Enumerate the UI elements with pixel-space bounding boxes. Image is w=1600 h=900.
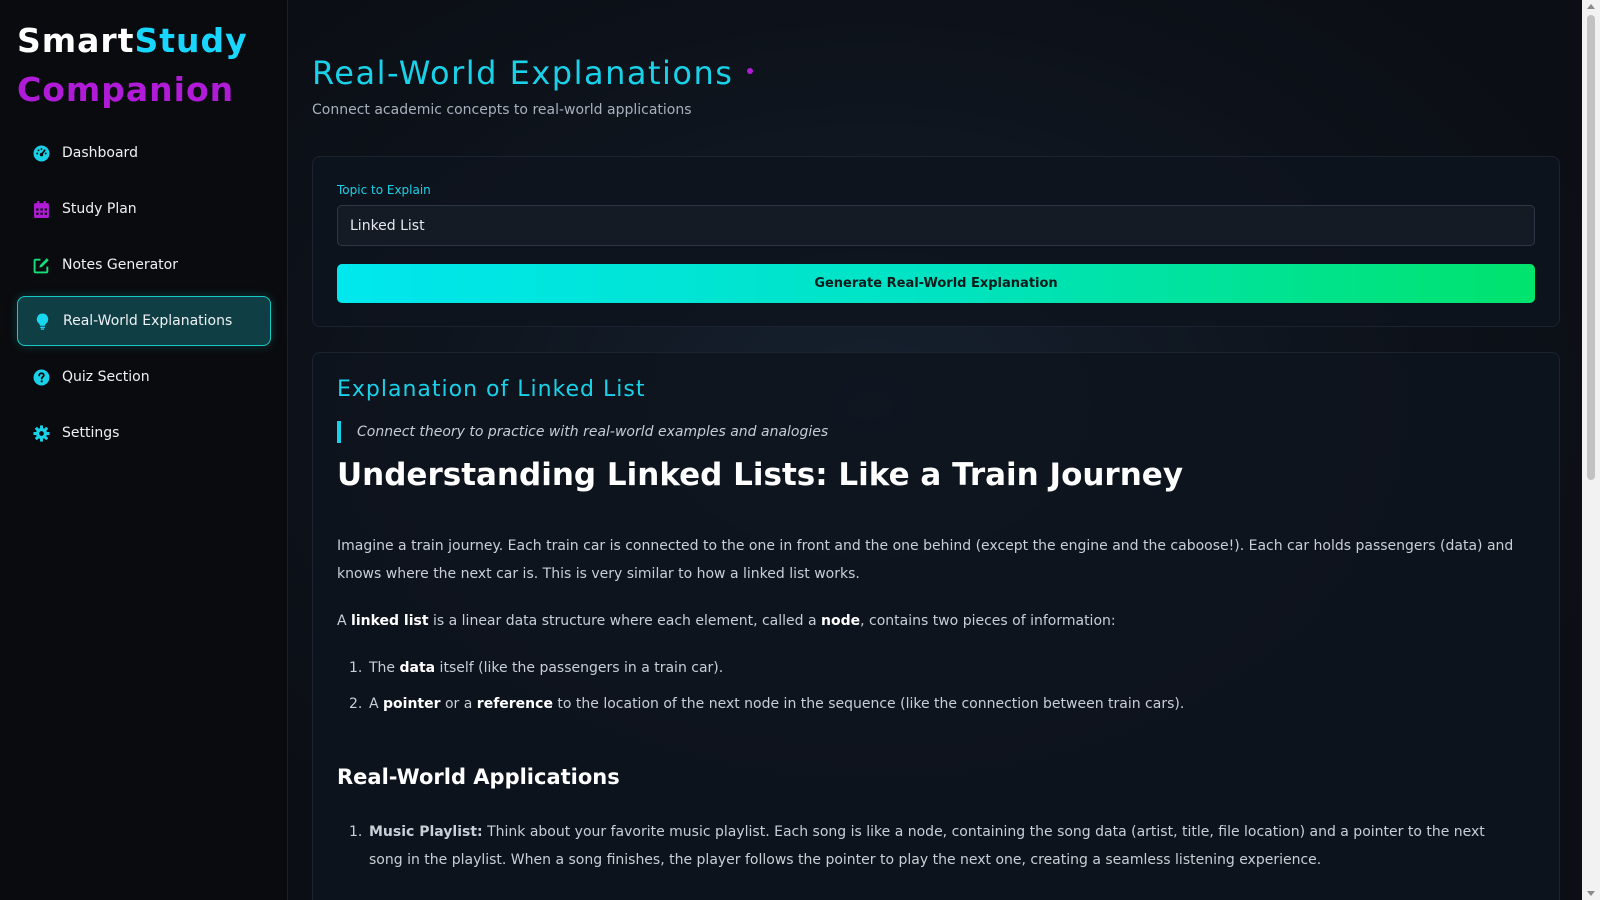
list-item: 1. The data itself (like the passengers i… (349, 654, 723, 682)
list-number: 2. (349, 696, 363, 712)
definition-text: , contains two pieces of information: (860, 613, 1116, 629)
brand-word-study: Study (134, 21, 248, 60)
list-text: A (369, 696, 384, 712)
list-number: 1. (349, 660, 363, 676)
definition-term: linked list (351, 613, 429, 629)
title-accent-dot (747, 68, 754, 74)
topic-label: Topic to Explain (337, 183, 431, 197)
question-icon (32, 368, 50, 386)
calendar-icon (32, 200, 50, 218)
scrollbar-thumb[interactable] (1587, 15, 1595, 480)
definition-term: node (821, 613, 861, 629)
main-content: Real-World Explanations Connect academic… (288, 0, 1582, 900)
brand-word-smart: Smart (17, 21, 135, 60)
list-text: to the location of the next node in the … (552, 696, 1185, 712)
explanation-heading: Understanding Linked Lists: Like a Train… (337, 457, 1184, 493)
sidebar-item-real-world-explanations[interactable]: Real-World Explanations (17, 296, 271, 346)
topic-form-card: Topic to Explain Generate Real-World Exp… (312, 156, 1560, 327)
page-title: Real-World Explanations (312, 54, 754, 92)
brand-logo: SmartStudy Companion (17, 24, 248, 106)
brand-word-companion: Companion (17, 70, 235, 109)
list-term: reference (476, 696, 553, 712)
list-text: or a (440, 696, 477, 712)
sidebar-item-dashboard[interactable]: Dashboard (17, 128, 271, 178)
sidebar-item-label: Study Plan (62, 201, 137, 217)
intro-paragraph: Imagine a train journey. Each train car … (337, 538, 1514, 582)
generate-explanation-button[interactable]: Generate Real-World Explanation (337, 264, 1535, 303)
sidebar-item-quiz-section[interactable]: Quiz Section (17, 352, 271, 402)
list-item: 2. A pointer or a reference to the locati… (349, 690, 1184, 718)
sidebar-nav: Dashboard Study Plan Notes Generator Rea… (17, 128, 271, 464)
explanation-card: Explanation of Linked List Connect theor… (312, 352, 1560, 900)
topic-input[interactable] (337, 205, 1535, 246)
definition-text: A (337, 613, 352, 629)
definition-text: is a linear data structure where each el… (428, 613, 822, 629)
dashboard-icon (32, 144, 50, 162)
lightbulb-icon (33, 312, 51, 330)
edit-icon (32, 256, 50, 274)
scroll-up-arrow-icon[interactable] (1587, 4, 1595, 9)
sidebar: SmartStudy Companion Dashboard Study Pla… (0, 0, 288, 900)
sidebar-item-label: Settings (62, 425, 120, 441)
sidebar-item-label: Quiz Section (62, 369, 150, 385)
sidebar-item-label: Dashboard (62, 145, 138, 161)
sidebar-item-study-plan[interactable]: Study Plan (17, 184, 271, 234)
applications-heading: Real-World Applications (337, 765, 620, 789)
explanation-title: Explanation of Linked List (337, 377, 646, 402)
sidebar-item-settings[interactable]: Settings (17, 408, 271, 458)
page-title-text: Real-World Explanations (312, 54, 734, 92)
app-root: SmartStudy Companion Dashboard Study Pla… (0, 0, 1600, 900)
application-body: Music Playlist: Think about your favorit… (369, 818, 1519, 874)
definition-paragraph: A linked list is a linear data structure… (337, 607, 1537, 635)
page-subtitle: Connect academic concepts to real-world … (312, 102, 692, 118)
list-text: The (369, 660, 400, 676)
list-text: itself (like the passengers in a train c… (435, 660, 724, 676)
sidebar-item-label: Notes Generator (62, 257, 178, 273)
explanation-tagline: Connect theory to practice with real-wor… (337, 421, 828, 443)
list-term: data (399, 660, 436, 676)
scroll-down-arrow-icon[interactable] (1587, 891, 1595, 896)
page-scrollbar[interactable] (1582, 0, 1600, 900)
gear-icon (32, 424, 50, 442)
application-text: Think about your favorite music playlist… (369, 824, 1485, 868)
sidebar-item-label: Real-World Explanations (63, 313, 233, 329)
sidebar-item-notes-generator[interactable]: Notes Generator (17, 240, 271, 290)
application-title: Music Playlist: (369, 824, 483, 840)
list-number: 1. (349, 824, 363, 840)
list-term: pointer (383, 696, 441, 712)
application-item: 1. Music Playlist: Think about your favor… (349, 818, 1519, 874)
